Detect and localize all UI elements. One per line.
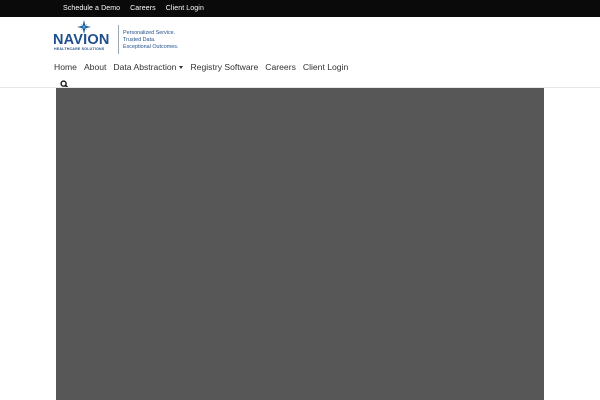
site-header: NAVION HEALTHCARE SOLUTIONS Personalized… bbox=[0, 17, 600, 89]
tagline-line-2: Trusted Data. bbox=[123, 37, 156, 43]
logo-divider bbox=[118, 25, 119, 54]
nav-item-careers[interactable]: Careers bbox=[265, 62, 296, 72]
main-nav: Home About Data Abstraction Registry Sof… bbox=[54, 61, 355, 73]
nav-item-registry-software[interactable]: Registry Software bbox=[190, 62, 258, 72]
hero-media-placeholder bbox=[56, 88, 544, 400]
topbar-link-careers[interactable]: Careers bbox=[130, 5, 156, 12]
logo-wordmark: NAVION bbox=[53, 32, 110, 48]
site-logo[interactable]: NAVION HEALTHCARE SOLUTIONS Personalized… bbox=[53, 19, 193, 55]
nav-item-home[interactable]: Home bbox=[54, 62, 77, 72]
nav-item-client-login[interactable]: Client Login bbox=[303, 62, 348, 72]
caret-down-icon bbox=[179, 65, 184, 69]
top-utility-bar: Schedule a Demo Careers Client Login bbox=[0, 0, 600, 17]
nav-item-about[interactable]: About bbox=[84, 62, 106, 72]
tagline-line-3: Exceptional Outcomes. bbox=[123, 44, 179, 50]
nav-item-data-abstraction[interactable]: Data Abstraction bbox=[113, 62, 184, 72]
topbar-link-client-login[interactable]: Client Login bbox=[166, 5, 204, 12]
topbar-link-schedule-demo[interactable]: Schedule a Demo bbox=[63, 5, 120, 12]
tagline-line-1: Personalized Service. bbox=[123, 30, 176, 36]
logo-tagline: Personalized Service. Trusted Data. Exce… bbox=[123, 30, 178, 51]
logo-subtitle: HEALTHCARE SOLUTIONS bbox=[54, 47, 105, 51]
